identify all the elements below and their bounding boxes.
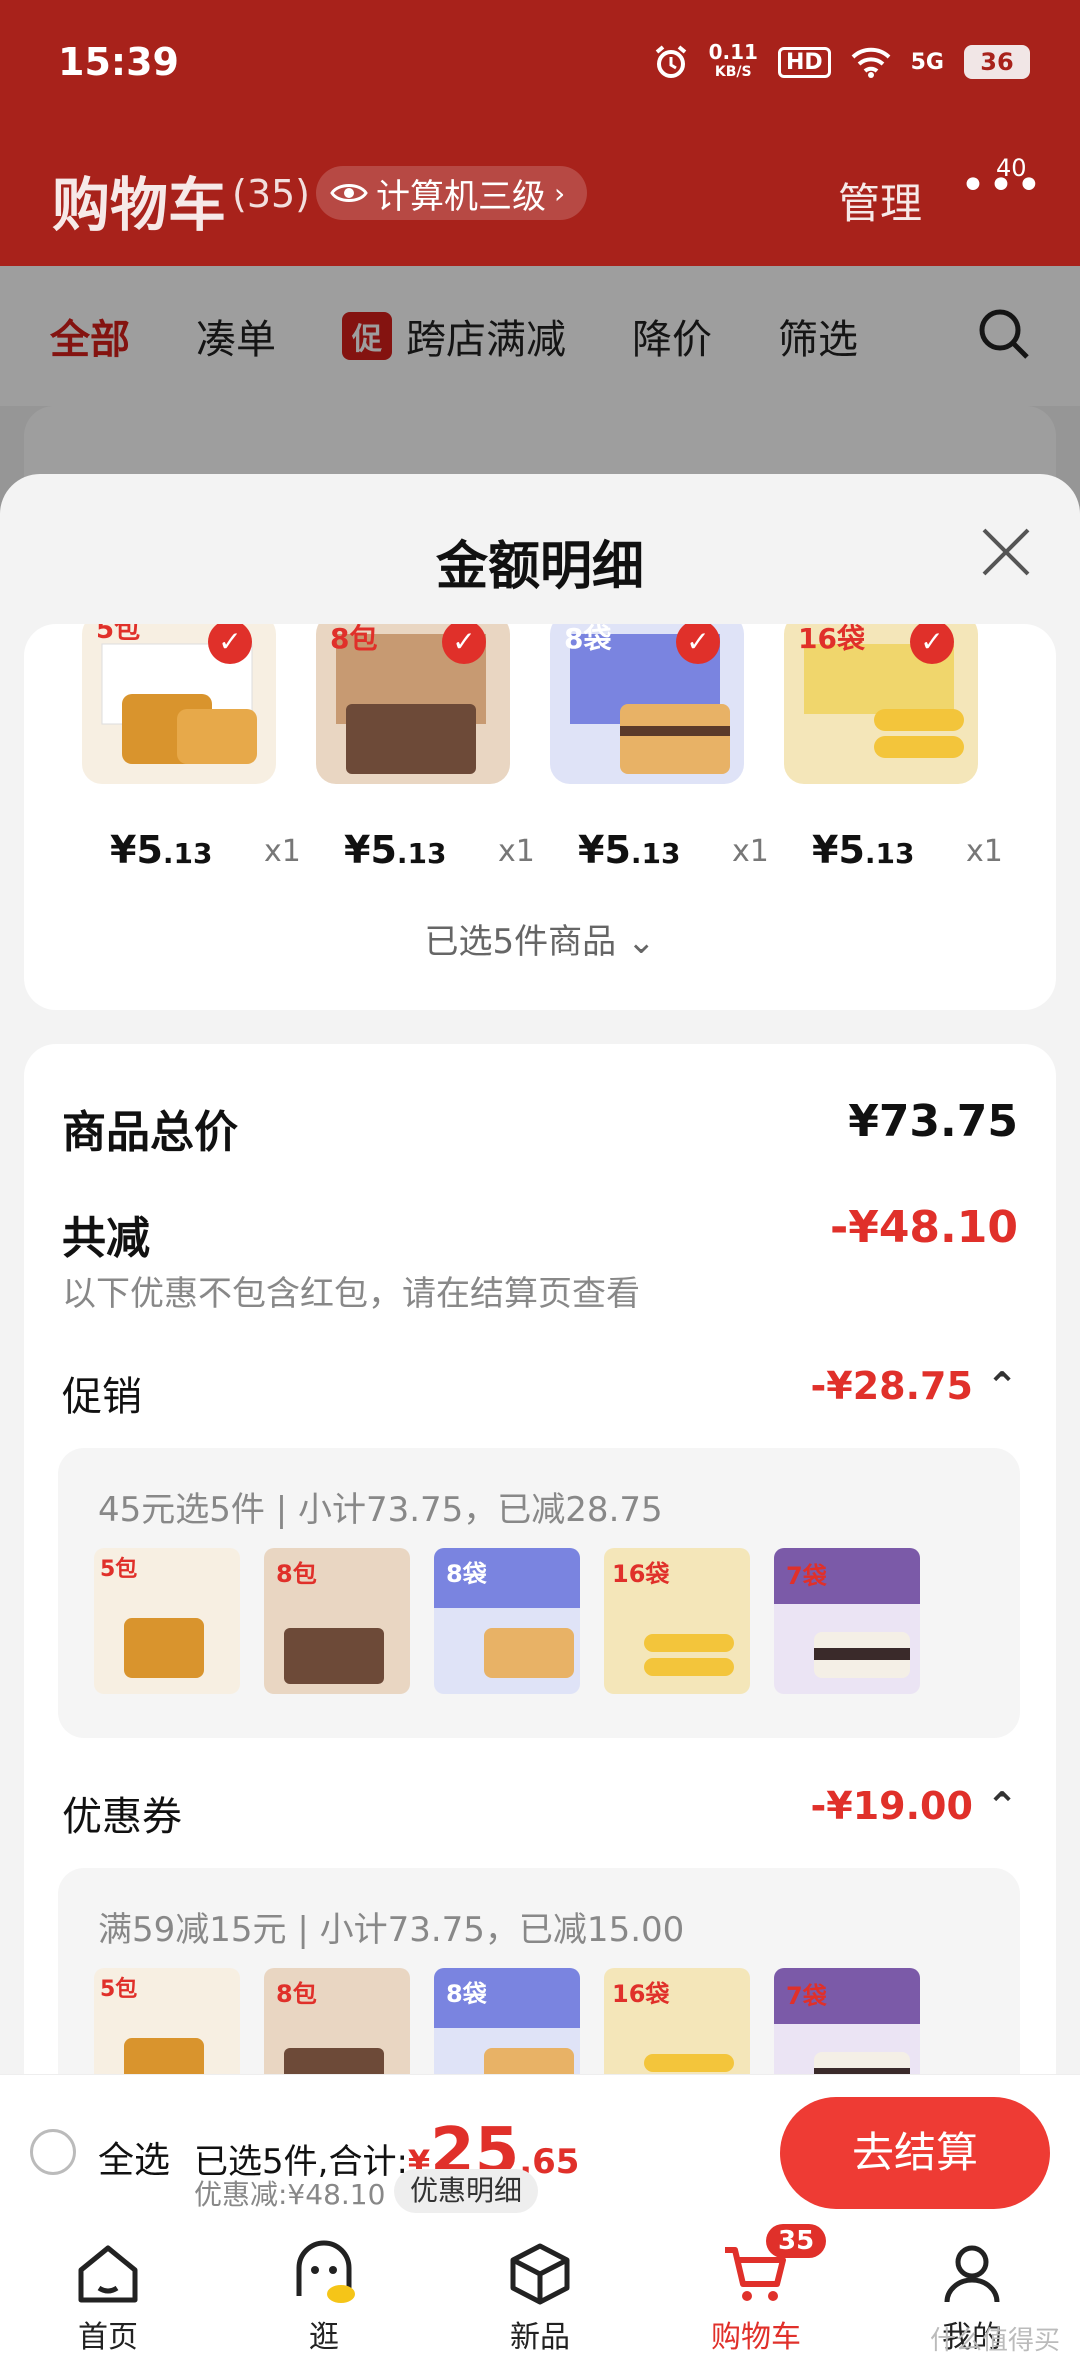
svg-text:7袋: 7袋 xyxy=(786,1982,828,2010)
product-qty: x1 xyxy=(966,834,1003,869)
svg-text:8袋: 8袋 xyxy=(564,624,612,655)
wifi-icon xyxy=(851,47,891,78)
discount-detail-button[interactable]: 优惠明细 xyxy=(394,2169,539,2213)
reduce-row: 共减 -¥48.10 xyxy=(62,1202,1018,1266)
reduce-label: 共减 xyxy=(62,1213,150,1264)
promo-thumbs: 5包 8包 8袋 16袋 7袋 xyxy=(94,1548,920,1694)
alarm-icon xyxy=(655,45,686,78)
coupon-desc: 满59减15元 | 小计73.75，已减15.00 xyxy=(98,1910,685,1950)
page-title: 购物车 xyxy=(52,171,227,239)
price-breakdown-card: 商品总价 ¥73.75 共减 -¥48.10 以下优惠不包含红包，请在结算页查看… xyxy=(24,1044,1056,2094)
svg-text:16袋: 16袋 xyxy=(798,624,866,655)
status-icons: 0.11 KB/S HD 5G 36 xyxy=(653,42,1030,82)
svg-text:8包: 8包 xyxy=(330,624,377,655)
coupon-detail-box: 满59减15元 | 小计73.75，已减15.00 5包 8包 8袋 16袋 7… xyxy=(58,1868,1020,2094)
product-thumb: 16袋 xyxy=(604,1548,750,1694)
status-time: 15:39 xyxy=(58,40,179,84)
promo-desc: 45元选5件 | 小计73.75，已减28.75 xyxy=(98,1490,663,1530)
cart-badge: 35 xyxy=(766,2224,827,2258)
total-label: 商品总价 xyxy=(62,1107,238,1158)
discount-summary: 优惠减:¥48.10 xyxy=(194,2178,386,2211)
product-price: ¥5.13 xyxy=(344,828,447,872)
product-item[interactable]: 5包 ✓ ¥5.13 x1 xyxy=(50,624,301,944)
user-icon xyxy=(944,2245,1000,2303)
tab-home[interactable]: 首页 xyxy=(38,2240,178,2356)
product-item[interactable]: 8包 ✓ ¥5.13 x1 xyxy=(284,624,535,944)
hd-icon: HD xyxy=(777,46,831,78)
coupon-value: -¥19.00 ⌃ xyxy=(810,1784,1019,1828)
select-all-checkbox[interactable] xyxy=(30,2129,76,2175)
chevron-up-icon: ⌃ xyxy=(986,1784,1018,1828)
total-row: 商品总价 ¥73.75 xyxy=(62,1096,1018,1160)
browse-tag-chip[interactable]: 计算机三级 › xyxy=(316,166,588,220)
select-all-label[interactable]: 全选 xyxy=(98,2131,170,2183)
tab-new[interactable]: 新品 xyxy=(470,2240,610,2356)
selected-count-toggle[interactable]: 已选5件商品 ⌄ xyxy=(24,914,1056,963)
checkout-bar: 全选 已选5件,合计:¥25.65 优惠减:¥48.10 优惠明细 去结算 xyxy=(0,2074,1080,2226)
product-thumb: 5包 xyxy=(94,1548,240,1694)
svg-text:8包: 8包 xyxy=(276,1980,317,2008)
reduce-value: -¥48.10 xyxy=(829,1202,1018,1253)
cart-count: (35) xyxy=(232,172,311,216)
coupon-label: 优惠券 xyxy=(62,1794,182,1840)
battery-icon: 36 xyxy=(964,45,1030,79)
eye-icon xyxy=(330,184,368,202)
svg-text:7袋: 7袋 xyxy=(786,1562,828,1590)
promo-value: -¥28.75 ⌃ xyxy=(810,1364,1019,1408)
promo-row[interactable]: 促销 -¥28.75 ⌃ xyxy=(62,1364,1018,1422)
product-thumb: 7袋 xyxy=(774,1548,920,1694)
checkout-button[interactable]: 去结算 xyxy=(780,2097,1050,2209)
status-bar: 15:39 0.11 KB/S HD 5G 36 xyxy=(0,0,1080,130)
manage-button[interactable]: 管理 xyxy=(838,170,922,231)
svg-text:16袋: 16袋 xyxy=(612,1560,670,1588)
product-price: ¥5.13 xyxy=(812,828,915,872)
chevron-down-icon: ⌄ xyxy=(626,922,656,962)
svg-text:5包: 5包 xyxy=(96,624,140,645)
product-item[interactable]: 16袋 ✓ ¥5.13 x1 xyxy=(752,624,1003,944)
selected-products-card: 5包 ✓ ¥5.13 x1 8包 ✓ ¥5.13 x1 8袋 ✓ ¥5.13 x… xyxy=(24,624,1056,1010)
more-badge: 40 xyxy=(996,154,1027,182)
cart-header: 购物车 (35) 计算机三级 › 管理 ••• 40 xyxy=(0,150,1080,240)
sheet-title: 金额明细 xyxy=(435,537,644,597)
tab-browse[interactable]: 逛 xyxy=(254,2240,394,2356)
coupon-row[interactable]: 优惠券 -¥19.00 ⌃ xyxy=(62,1784,1018,1842)
home-icon xyxy=(78,2245,138,2303)
total-value: ¥73.75 xyxy=(848,1096,1018,1147)
box-icon xyxy=(510,2243,570,2305)
product-thumb: 8袋 xyxy=(434,1548,580,1694)
top-bar: 15:39 0.11 KB/S HD 5G 36 购物车 (35) 计算机三级 ›… xyxy=(0,0,1080,266)
cellular-signal-icon: 5G xyxy=(910,49,944,75)
watermark: 什么值得买 xyxy=(930,2326,1061,2356)
promo-label: 促销 xyxy=(62,1374,142,1420)
product-item[interactable]: 8袋 ✓ ¥5.13 x1 xyxy=(518,624,769,944)
svg-text:8包: 8包 xyxy=(276,1560,317,1588)
bottom-tab-bar: 首页 逛 新品 购物车 35 我的 xyxy=(0,2224,1080,2376)
svg-text:16袋: 16袋 xyxy=(612,1980,670,2008)
svg-text:8袋: 8袋 xyxy=(446,1980,488,2008)
svg-text:5包: 5包 xyxy=(100,1976,137,2002)
amount-detail-sheet: 金额明细 5包 ✓ ¥5.13 x1 8包 ✓ ¥5.13 x1 8袋 ✓ ¥5… xyxy=(0,474,1080,2094)
product-price: ¥5.13 xyxy=(578,828,681,872)
product-thumb: 8包 xyxy=(264,1548,410,1694)
reduce-note: 以下优惠不包含红包，请在结算页查看 xyxy=(62,1274,640,1314)
product-price: ¥5.13 xyxy=(110,828,213,872)
chevron-up-icon: ⌃ xyxy=(986,1364,1018,1408)
network-speed: 0.11 KB/S xyxy=(708,40,758,80)
browse-icon xyxy=(296,2240,355,2303)
chevron-right-icon: › xyxy=(554,176,566,210)
close-icon[interactable] xyxy=(978,524,1034,580)
svg-text:8袋: 8袋 xyxy=(446,1560,488,1588)
svg-text:5包: 5包 xyxy=(100,1556,137,1582)
promo-detail-box: 45元选5件 | 小计73.75，已减28.75 5包 8包 8袋 16袋 7袋 xyxy=(58,1448,1020,1738)
